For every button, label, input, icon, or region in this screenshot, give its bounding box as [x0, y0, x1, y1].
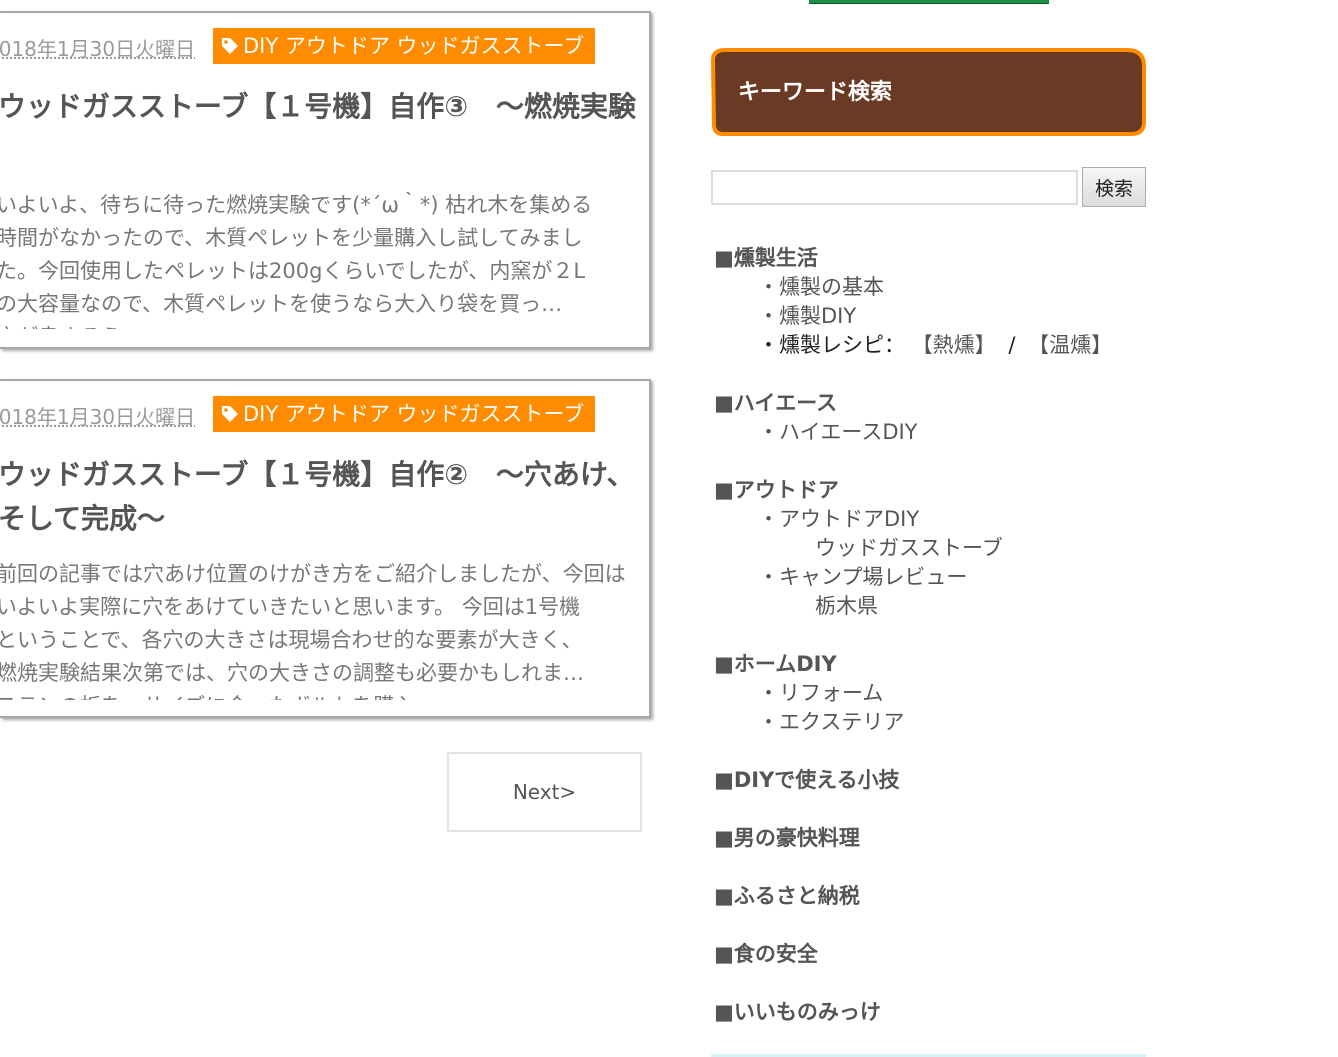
category-link-campsite-review[interactable]: ・キャンプ場レビュー — [758, 561, 967, 591]
category-link-tochigi[interactable]: 栃木県 — [815, 590, 878, 620]
recipe-separator: / — [1008, 333, 1016, 357]
widget-title: キーワード検索 — [738, 80, 893, 105]
category-link-outdoor-diy[interactable]: ・アウトドアDIY — [758, 503, 919, 533]
article-title-line[interactable]: ウッドガスストーブ【１号機】自作③ ～燃焼実験 — [0, 85, 648, 129]
search-button[interactable]: 検索 — [1082, 167, 1146, 207]
excerpt-line: た。今回使用したペレットは200gくらいでしたが、内窯が２L — [0, 259, 586, 283]
excerpt-line: いよいよ、待ちに待った燃焼実験です(*´ω｀*) 枯れ木を集める — [0, 193, 593, 217]
category-heading-furusato-tax[interactable]: ■ふるさと納税 — [714, 880, 860, 910]
category-tag[interactable]: DIY アウトドア ウッドガスストーブ — [213, 396, 595, 432]
tag-icon — [221, 398, 239, 432]
article-date[interactable]: 2018年1月30日火曜日 — [0, 401, 195, 430]
category-link-reform[interactable]: ・リフォーム — [758, 677, 883, 707]
category-link-exterior[interactable]: ・エクステリア — [758, 706, 904, 736]
category-heading-outdoor[interactable]: ■アウトドア — [714, 474, 839, 504]
excerpt-line: 燃焼実験結果次第では、穴の大きさの調整も必要かもしれま… — [0, 661, 584, 685]
recipe-link-hot-smoke[interactable]: 【熱燻】 — [912, 333, 996, 357]
article-title-line[interactable]: ウッドガスストーブ【１号機】自作② ～穴あけ、 — [0, 453, 648, 497]
article-card: 2018年1月30日火曜日 DIY アウトドア ウッドガスストーブ ウッドガスス… — [0, 11, 651, 349]
article-excerpt: 前回の記事では穴あけ位置のけがき方をご紹介しましたが、今回は いよいよ実際に穴を… — [0, 558, 640, 700]
keyword-search-widget-header: キーワード検索 — [709, 46, 1149, 140]
category-link-smoke-diy[interactable]: ・燻製DIY — [758, 300, 856, 330]
category-heading-hiace[interactable]: ■ハイエース — [714, 387, 837, 417]
next-page-button[interactable]: Next> — [447, 752, 642, 832]
top-green-bar — [809, 0, 1049, 4]
article-title[interactable]: ウッドガスストーブ【１号機】自作③ ～燃焼実験 — [0, 85, 648, 129]
category-heading-food-safety[interactable]: ■食の安全 — [714, 938, 818, 968]
tag-icon — [221, 30, 239, 64]
article-title-line[interactable]: そして完成～ — [0, 497, 648, 541]
article-card: 2018年1月30日火曜日 DIY アウトドア ウッドガスストーブ ウッドガスス… — [0, 379, 651, 718]
article-excerpt: いよいよ、待ちに待った燃焼実験です(*´ω｀*) 枯れ木を集める 時間がなかった… — [0, 189, 640, 329]
excerpt-line: 時間がなかったので、木質ペレットを少量購入し試してみまし — [0, 226, 583, 250]
category-tag[interactable]: DIY アウトドア ウッドガスストーブ — [213, 28, 595, 64]
article-date[interactable]: 2018年1月30日火曜日 — [0, 33, 195, 62]
category-tag-label: DIY アウトドア ウッドガスストーブ — [243, 402, 585, 426]
excerpt-line: いよいよ実際に穴をあけていきたいと思います。 今回は1号機 — [0, 595, 581, 619]
category-link-hiace-diy[interactable]: ・ハイエースDIY — [758, 416, 918, 446]
category-heading-home-diy[interactable]: ■ホームDIY — [714, 648, 837, 678]
recipe-label: ・燻製レシピ： — [758, 333, 905, 357]
article-title[interactable]: ウッドガスストーブ【１号機】自作② ～穴あけ、 そして完成～ — [0, 453, 648, 541]
recipe-link-warm-smoke[interactable]: 【温燻】 — [1028, 333, 1112, 357]
category-link-wood-gas-stove[interactable]: ウッドガスストーブ — [815, 532, 1003, 562]
category-link-smoke-basics[interactable]: ・燻製の基本 — [758, 271, 884, 301]
category-heading-diy-tips[interactable]: ■DIYで使える小技 — [714, 764, 900, 794]
search-input[interactable] — [711, 170, 1078, 205]
category-heading-cooking[interactable]: ■男の豪快料理 — [714, 822, 860, 852]
excerpt-line: 方が良さそう — [0, 321, 640, 329]
category-tag-label: DIY アウトドア ウッドガスストーブ — [243, 34, 585, 58]
excerpt-line: ステンの板を、サイズに合ったボルトを購入 — [0, 690, 640, 700]
excerpt-line: 前回の記事では穴あけ位置のけがき方をご紹介しましたが、今回は — [0, 562, 626, 586]
category-heading-smoke[interactable]: ■燻製生活 — [714, 242, 818, 272]
category-heading-good-finds[interactable]: ■いいものみっけ — [714, 996, 881, 1026]
excerpt-line: の大容量なので、木質ペレットを使うなら大入り袋を買っ… — [0, 292, 563, 316]
category-smoke-recipe-row: ・燻製レシピ： 【熱燻】 / 【温燻】 — [758, 329, 1112, 359]
excerpt-line: ということで、各穴の大きさは現場合わせ的な要素が大きく、 — [0, 628, 583, 652]
